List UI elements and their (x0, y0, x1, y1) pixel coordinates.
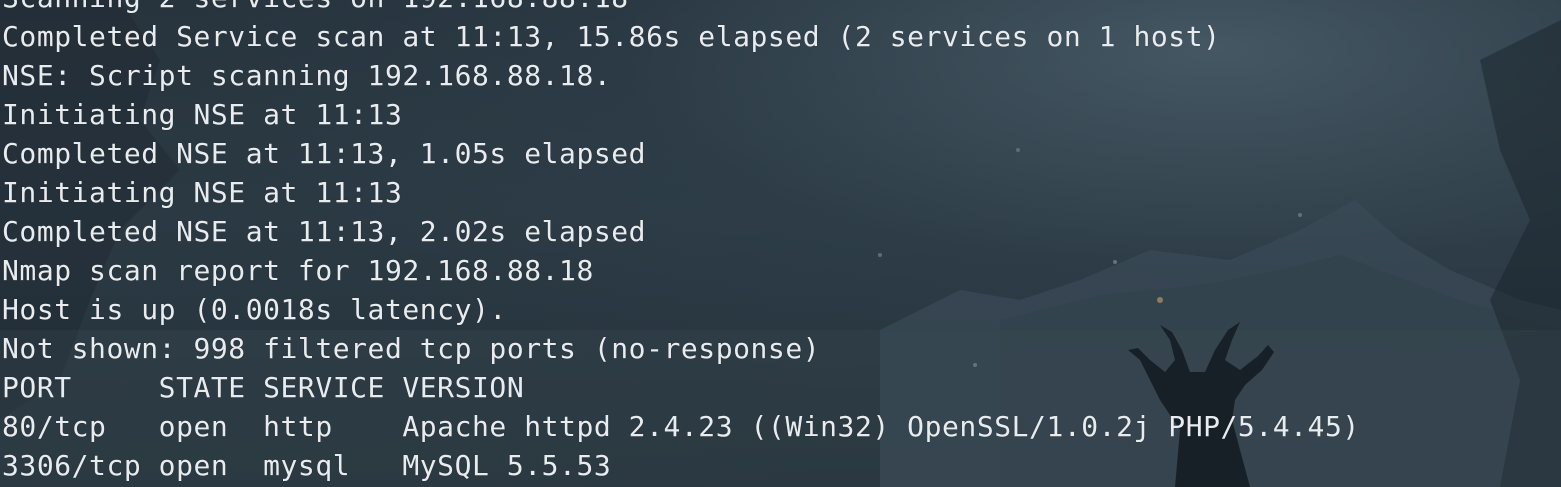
terminal-output[interactable]: Scanning 2 services on 192.168.88.18 Com… (2, 0, 1360, 485)
output-line: Initiating NSE at 11:13 (2, 176, 403, 209)
terminal-window[interactable]: Scanning 2 services on 192.168.88.18 Com… (0, 0, 1561, 487)
port-table-header: PORT STATE SERVICE VERSION (2, 371, 525, 404)
output-line: NSE: Script scanning 192.168.88.18. (2, 59, 612, 92)
output-line: Completed NSE at 11:13, 2.02s elapsed (2, 215, 647, 248)
output-line: Initiating NSE at 11:13 (2, 98, 403, 131)
output-line: Not shown: 998 filtered tcp ports (no-re… (2, 332, 821, 365)
output-line: Scanning 2 services on 192.168.88.18 (2, 0, 1360, 17)
port-table-row: 80/tcp open http Apache httpd 2.4.23 ((W… (2, 410, 1360, 443)
output-line: Completed NSE at 11:13, 1.05s elapsed (2, 137, 647, 170)
output-line: Nmap scan report for 192.168.88.18 (2, 254, 594, 287)
port-table-row: 3306/tcp open mysql MySQL 5.5.53 (2, 449, 612, 482)
output-line: Completed Service scan at 11:13, 15.86s … (2, 20, 1221, 53)
output-line: Host is up (0.0018s latency). (2, 293, 507, 326)
